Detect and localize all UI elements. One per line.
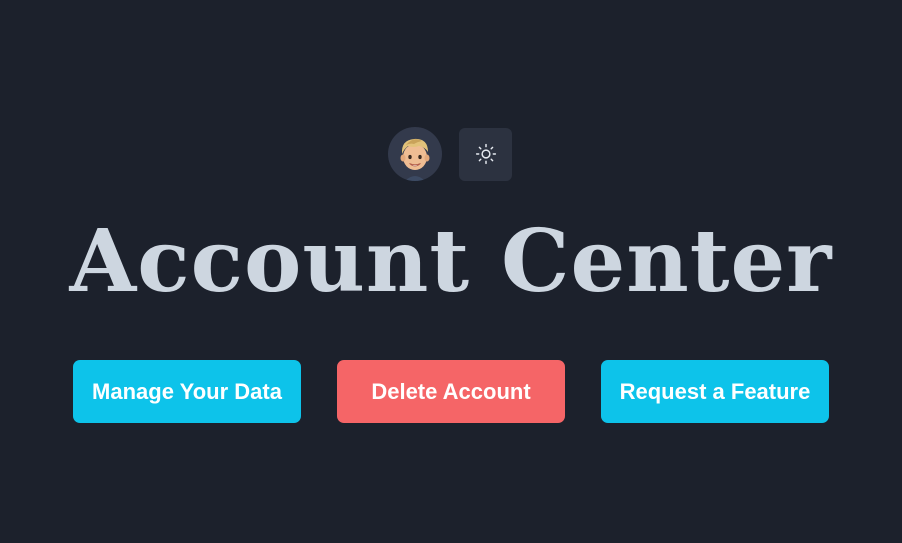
account-center-page: Account Center Manage Your Data Delete A… bbox=[0, 0, 902, 543]
sun-icon bbox=[475, 143, 496, 165]
request-feature-button[interactable]: Request a Feature bbox=[601, 360, 829, 423]
page-title: Account Center bbox=[69, 211, 833, 312]
memoji-avatar-icon bbox=[400, 138, 430, 181]
manage-your-data-button[interactable]: Manage Your Data bbox=[73, 360, 301, 423]
top-controls bbox=[388, 127, 512, 181]
theme-toggle-button[interactable] bbox=[459, 127, 512, 181]
user-avatar[interactable] bbox=[388, 127, 442, 181]
delete-account-button[interactable]: Delete Account bbox=[337, 360, 565, 423]
